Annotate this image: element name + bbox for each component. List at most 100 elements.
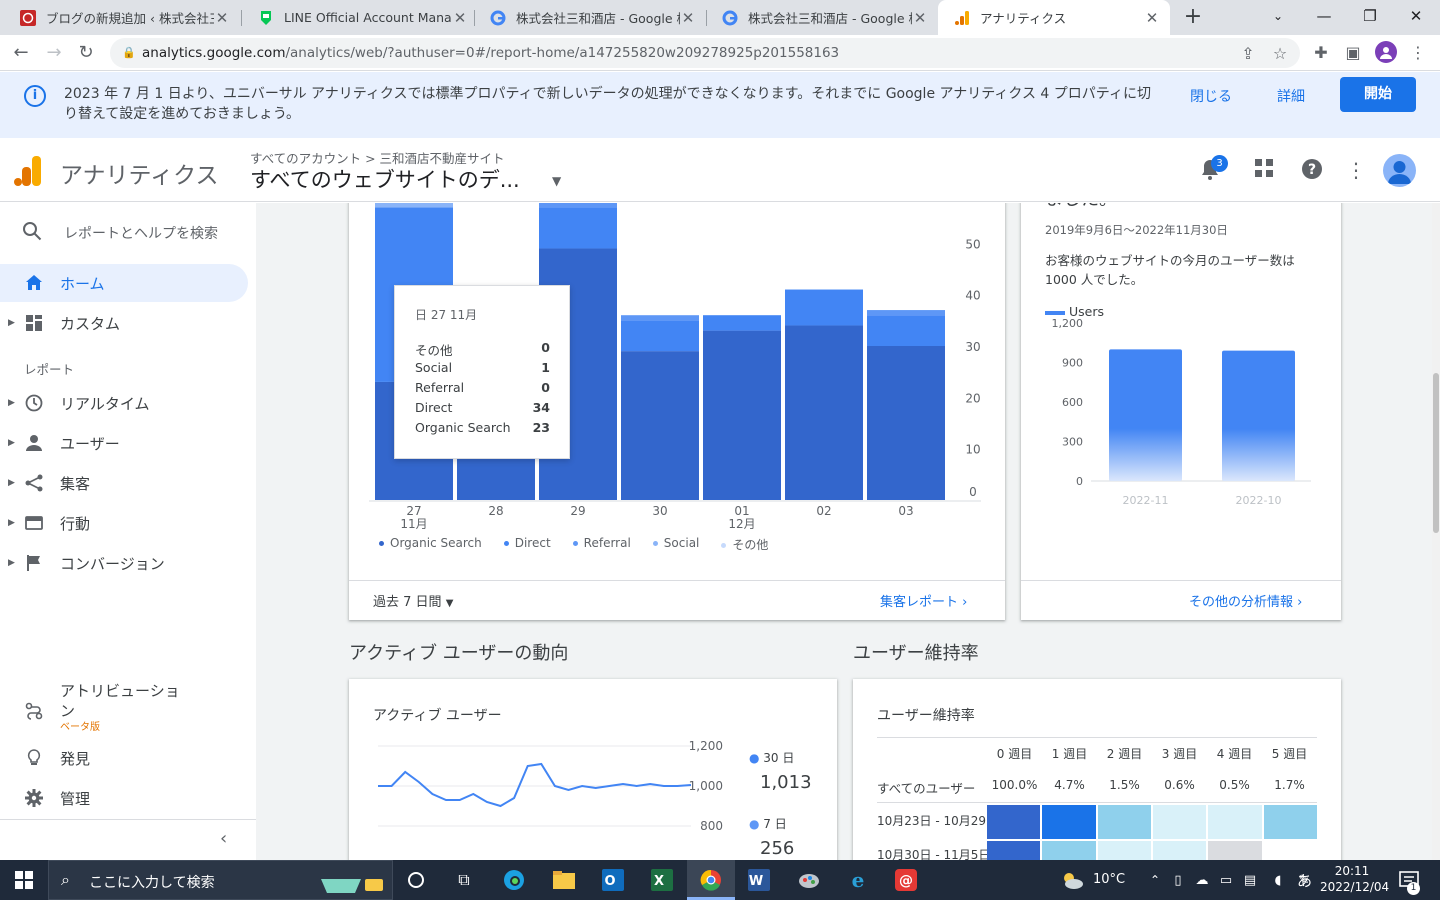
network-icon[interactable]: ▤ [1238, 868, 1262, 892]
paint-icon[interactable] [797, 868, 821, 892]
tab-search-icon[interactable]: ⌄ [1255, 0, 1301, 32]
url-text[interactable]: analytics.google.com/analytics/web/?auth… [142, 45, 839, 61]
legend-item[interactable]: その他 [721, 536, 768, 553]
minimize-icon[interactable]: — [1301, 0, 1347, 32]
word-icon[interactable]: W [747, 868, 771, 892]
ime-indicator[interactable]: あ [1297, 870, 1312, 891]
tray-icon[interactable]: ▭ [1214, 868, 1238, 892]
sidebar-item-behavior[interactable]: ▶ 行動 [0, 504, 248, 542]
browser-tab-4[interactable]: 株式会社三和酒店 - Google 検索 ✕ [706, 0, 938, 35]
mail-app-icon[interactable]: @ [894, 868, 918, 892]
close-icon[interactable]: ✕ [214, 9, 230, 27]
browser-tab-3[interactable]: 株式会社三和酒店 - Google 検索 ✕ [474, 0, 706, 35]
banner-close-button[interactable]: 閉じる [1190, 86, 1232, 106]
excel-icon[interactable]: X [650, 868, 674, 892]
heatmap-cell[interactable] [1042, 841, 1096, 860]
view-selector[interactable]: すべてのウェブサイトのデ... [250, 164, 520, 194]
heatmap-cell[interactable] [1263, 841, 1317, 860]
sidebar-item-realtime[interactable]: ▶ リアルタイム [0, 384, 248, 422]
browser-tab-5[interactable]: アナリティクス ✕ [938, 0, 1170, 35]
new-tab-button[interactable]: + [1180, 4, 1206, 30]
heatmap-cell[interactable] [1152, 841, 1207, 860]
stat-30day-value: 1,013 [760, 772, 812, 793]
sidebar-item-attribution[interactable]: アトリビューション [0, 679, 248, 735]
sidepanel-icon[interactable]: ▣ [1343, 43, 1363, 62]
sidebar-search[interactable]: レポートとヘルプを検索 [0, 215, 256, 251]
banner-details-button[interactable]: 詳細 [1277, 86, 1305, 106]
task-view-icon[interactable]: ⧉ [452, 868, 476, 892]
more-vert-icon[interactable]: ⋮ [1343, 158, 1369, 182]
chrome-icon[interactable] [699, 868, 723, 892]
window-close-icon[interactable]: ✕ [1393, 0, 1439, 32]
sidebar-item-acquisition[interactable]: ▶ 集客 [0, 464, 248, 502]
heatmap-cell[interactable] [987, 841, 1041, 860]
tooltip-value: 23 [532, 420, 550, 435]
heatmap-cell[interactable] [1208, 805, 1262, 839]
banner-start-button[interactable]: 開始 [1340, 77, 1416, 112]
volume-icon[interactable]: ◖ [1266, 868, 1290, 892]
legend-item[interactable]: Referral [572, 536, 631, 553]
sidebar-item-conversions[interactable]: ▶ コンバージョン [0, 544, 248, 582]
acquisition-report-link[interactable]: 集客レポート › [880, 591, 967, 610]
heatmap-cell[interactable] [1208, 841, 1262, 860]
tray-icon[interactable]: ▯ [1166, 868, 1190, 892]
windows-start-icon[interactable] [12, 868, 36, 892]
browser-tab-2[interactable]: LINE Official Account Manager ✕ [242, 0, 478, 35]
heatmap-cell[interactable] [1042, 805, 1096, 839]
close-icon[interactable]: ✕ [912, 9, 928, 27]
taskbar-clock[interactable]: 20:11 2022/12/04 [1320, 863, 1389, 895]
onedrive-icon[interactable]: ☁ [1190, 868, 1214, 892]
address-bar[interactable]: 🔒 analytics.google.com/analytics/web/?au… [110, 38, 1300, 68]
legend-item[interactable]: Organic Search [379, 536, 482, 553]
scrollbar[interactable] [1432, 203, 1440, 860]
close-icon[interactable]: ✕ [680, 9, 696, 27]
forward-icon[interactable]: → [41, 40, 67, 66]
collapse-sidebar-icon[interactable]: ‹ [220, 828, 227, 849]
cortana-icon[interactable] [404, 868, 428, 892]
restore-icon[interactable]: ❐ [1347, 0, 1393, 32]
close-icon[interactable]: ✕ [1144, 9, 1160, 27]
weather-icon[interactable] [1060, 868, 1084, 892]
extensions-icon[interactable]: ✚ [1311, 43, 1331, 62]
close-icon[interactable]: ✕ [452, 9, 468, 27]
scrollbar-thumb[interactable] [1433, 373, 1439, 533]
internet-explorer-icon[interactable]: e [846, 868, 870, 892]
analytics-logo-icon[interactable] [14, 156, 42, 190]
legend-item[interactable]: Social [652, 536, 699, 553]
star-icon[interactable]: ☆ [1270, 44, 1290, 63]
heatmap-cell[interactable] [1097, 805, 1151, 839]
chevron-up-icon[interactable]: ⌃ [1143, 868, 1167, 892]
reload-icon[interactable]: ↻ [73, 40, 99, 66]
browser-menu-icon[interactable]: ⋮ [1408, 43, 1428, 62]
heatmap-cell[interactable] [987, 805, 1041, 839]
sidebar-item-audience[interactable]: ▶ ユーザー [0, 424, 248, 462]
heatmap-cell[interactable] [1097, 841, 1151, 860]
file-explorer-icon[interactable] [552, 868, 576, 892]
tooltip-row: Referral 0 [415, 380, 550, 395]
legend-dot-icon: ● [749, 817, 764, 831]
back-icon[interactable]: ← [8, 40, 34, 66]
sidebar-item-custom[interactable]: ▶ カスタム [0, 304, 248, 342]
outlook-icon[interactable]: O [601, 868, 625, 892]
legend-dot-icon: ● [749, 751, 764, 765]
chevron-down-icon[interactable]: ▼ [552, 174, 561, 188]
sidebar-item-admin[interactable]: 管理 [0, 779, 248, 817]
heatmap-cell[interactable] [1152, 805, 1207, 839]
sidebar-item-home[interactable]: ホーム [0, 264, 248, 302]
date-range-selector[interactable]: 過去 7 日間 ▼ [373, 591, 453, 610]
profile-avatar[interactable] [1375, 41, 1397, 63]
y-tick-label: 20 [965, 391, 980, 405]
sidebar-item-discover[interactable]: 発見 [0, 739, 248, 777]
taskbar-search[interactable]: ⌕ ここに入力して検索 [48, 860, 393, 900]
weather-temp: 10°C [1093, 872, 1126, 887]
help-icon[interactable]: ? [1299, 158, 1325, 185]
heatmap-cell[interactable] [1263, 805, 1317, 839]
account-avatar[interactable] [1383, 154, 1416, 187]
legend-item[interactable]: Direct [503, 536, 551, 553]
apps-icon[interactable] [1251, 158, 1277, 183]
more-insights-link[interactable]: その他の分析情報 › [1189, 591, 1302, 610]
browser-tab-1[interactable]: ブログの新規追加 ‹ 株式会社三和 ✕ [4, 0, 240, 35]
notification-count: 1 [1407, 882, 1420, 895]
edge-icon[interactable] [502, 868, 526, 892]
share-icon[interactable]: ⇪ [1238, 44, 1258, 63]
